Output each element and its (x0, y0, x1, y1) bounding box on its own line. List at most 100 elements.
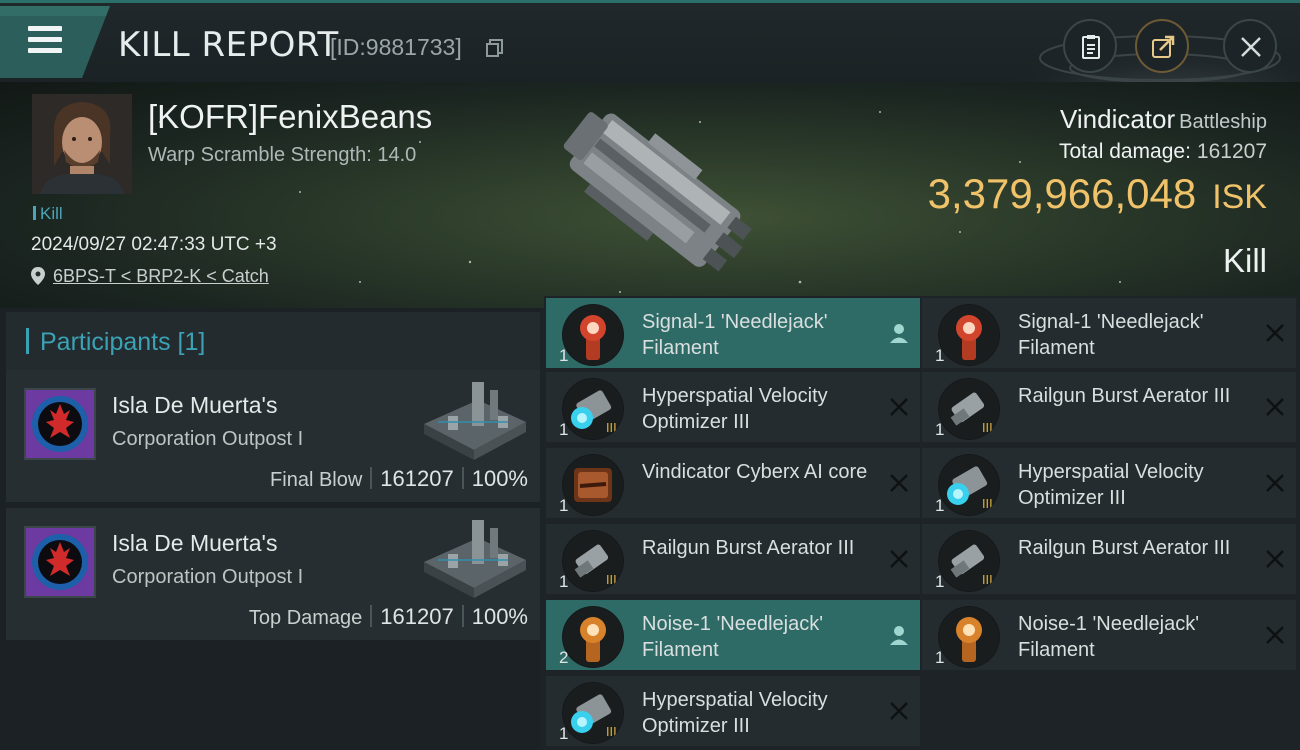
share-icon (1152, 35, 1175, 58)
item-quantity: 1 (559, 572, 569, 591)
item-row[interactable]: III 1 Railgun Burst Aerator III (920, 370, 1298, 444)
rig-gray-icon: III (938, 378, 1000, 440)
page-title: KILL REPORT (118, 25, 339, 65)
location-pin-icon (31, 267, 45, 285)
item-row[interactable]: III 1 Railgun Burst Aerator III (920, 522, 1298, 596)
hamburger-icon (28, 26, 62, 53)
item-name: Signal-1 'Needlejack' Filament (642, 311, 828, 359)
participant-card[interactable]: Isla De Muerta's Corporation Outpost I T… (6, 508, 540, 642)
item-quantity: 1 (935, 572, 945, 591)
participant-stats: Top Damage 161207 100% (249, 604, 528, 630)
result-label: Kill (1222, 242, 1267, 279)
item-row[interactable]: III 1 Hyperspatial Velocity Optimizer II… (544, 370, 922, 444)
item-name: Railgun Burst Aerator III (642, 537, 855, 559)
item-row[interactable]: 1 Noise-1 'Needlejack' Filament (920, 598, 1298, 672)
filament-orange-icon (938, 606, 1000, 668)
filament-red-icon (938, 304, 1000, 366)
item-quantity: 1 (935, 496, 945, 515)
destroyed-x-icon (1266, 550, 1284, 568)
ai-core-icon (562, 454, 624, 516)
participants-panel: Participants [1] Isla De Muerta's Corpor… (0, 308, 540, 750)
destroyed-x-icon (1266, 398, 1284, 416)
victim-summary: [KOFR]FenixBeans Warp Scramble Strength:… (0, 82, 1300, 308)
corporation-logo-icon (24, 526, 96, 598)
ship-image[interactable] (525, 90, 765, 300)
item-name: Noise-1 'Needlejack' Filament (642, 613, 824, 661)
item-quantity: 1 (559, 420, 569, 439)
item-quantity: 1 (935, 420, 945, 439)
copy-icon[interactable] (486, 39, 504, 57)
ship-name[interactable]: Vindicator Battleship (1060, 104, 1267, 135)
total-damage: Total damage: 161207 (1059, 140, 1267, 163)
clipboard-icon (1082, 35, 1100, 59)
svg-text:III: III (606, 573, 617, 587)
destroyed-x-icon (890, 398, 908, 416)
kill-tag: Kill (33, 204, 63, 224)
rig-gray-icon: III (562, 530, 624, 592)
item-name: Hyperspatial Velocity Optimizer III (1018, 461, 1204, 509)
participant-type: Corporation Outpost I (112, 428, 304, 450)
svg-text:III: III (982, 497, 993, 511)
menu-button[interactable] (0, 6, 110, 78)
participants-title: Participants [1] (40, 328, 206, 356)
destroyed-x-icon (1266, 474, 1284, 492)
rig-cyan-icon: III (562, 378, 624, 440)
corporation-logo-icon (24, 388, 96, 460)
filament-orange-icon (562, 606, 624, 668)
participant-damage: 161207 (380, 604, 454, 629)
item-row[interactable]: 1 Signal-1 'Needlejack' Filament (920, 296, 1298, 370)
outpost-structure-icon (424, 382, 526, 460)
item-row[interactable]: 2 Noise-1 'Needlejack' Filament (544, 598, 922, 672)
item-name: Signal-1 'Needlejack' Filament (1018, 311, 1204, 359)
kill-id: [ID:9881733] (330, 34, 462, 60)
item-row[interactable]: III 1 Railgun Burst Aerator III (544, 522, 922, 596)
participant-name: Isla De Muerta's (112, 392, 278, 418)
dropped-person-icon (890, 324, 908, 343)
outpost-structure-icon (424, 520, 526, 598)
items-grid: 1 Signal-1 'Needlejack' Filament III 1 H… (540, 296, 1300, 750)
svg-text:III: III (606, 421, 617, 435)
item-quantity: 1 (559, 496, 569, 515)
item-row[interactable]: III 1 Hyperspatial Velocity Optimizer II… (544, 674, 922, 748)
item-name: Railgun Burst Aerator III (1018, 537, 1231, 559)
participant-name: Isla De Muerta's (112, 530, 278, 556)
rig-cyan-icon: III (562, 682, 624, 744)
filament-red-icon (562, 304, 624, 366)
dropped-person-icon (890, 626, 908, 645)
svg-text:III: III (982, 421, 993, 435)
pilot-name[interactable]: [KOFR]FenixBeans (148, 98, 432, 136)
destroyed-x-icon (890, 550, 908, 568)
destroyed-x-icon (890, 474, 908, 492)
item-name: Vindicator Cyberx AI core (642, 461, 868, 483)
kill-timestamp: 2024/09/27 02:47:33 UTC +3 (31, 234, 277, 255)
kill-location[interactable]: 6BPS-T < BRP2-K < Catch (31, 266, 269, 287)
rig-cyan-icon: III (938, 454, 1000, 516)
participants-header: Participants [1] (6, 312, 540, 372)
participant-percent: 100% (471, 604, 528, 629)
item-row[interactable]: 1 Signal-1 'Needlejack' Filament (544, 296, 922, 370)
item-quantity: 1 (935, 648, 945, 667)
close-button[interactable] (1223, 19, 1277, 73)
destroyed-x-icon (1266, 324, 1284, 342)
pilot-portrait[interactable] (32, 94, 132, 194)
item-name: Railgun Burst Aerator III (1018, 385, 1231, 407)
warp-scramble-strength: Warp Scramble Strength: 14.0 (148, 144, 417, 166)
item-quantity: 2 (559, 648, 569, 667)
close-icon (1241, 37, 1261, 57)
item-name: Noise-1 'Needlejack' Filament (1018, 613, 1200, 661)
isk-value: 3,379,966,048 ISK (927, 170, 1267, 217)
item-row[interactable]: 1 Vindicator Cyberx AI core (544, 446, 922, 520)
item-name: Hyperspatial Velocity Optimizer III (642, 385, 828, 433)
item-quantity: 1 (559, 346, 569, 365)
participant-card[interactable]: Isla De Muerta's Corporation Outpost I F… (6, 370, 540, 504)
item-name: Hyperspatial Velocity Optimizer III (642, 689, 828, 737)
participant-damage: 161207 (380, 466, 454, 491)
participant-role: Top Damage (248, 607, 363, 629)
participant-stats: Final Blow 161207 100% (270, 466, 528, 492)
rig-gray-icon: III (938, 530, 1000, 592)
participant-percent: 100% (471, 466, 528, 491)
participant-role: Final Blow (270, 469, 363, 491)
item-row[interactable]: III 1 Hyperspatial Velocity Optimizer II… (920, 446, 1298, 520)
share-button[interactable] (1135, 19, 1189, 73)
clipboard-button[interactable] (1063, 19, 1117, 73)
